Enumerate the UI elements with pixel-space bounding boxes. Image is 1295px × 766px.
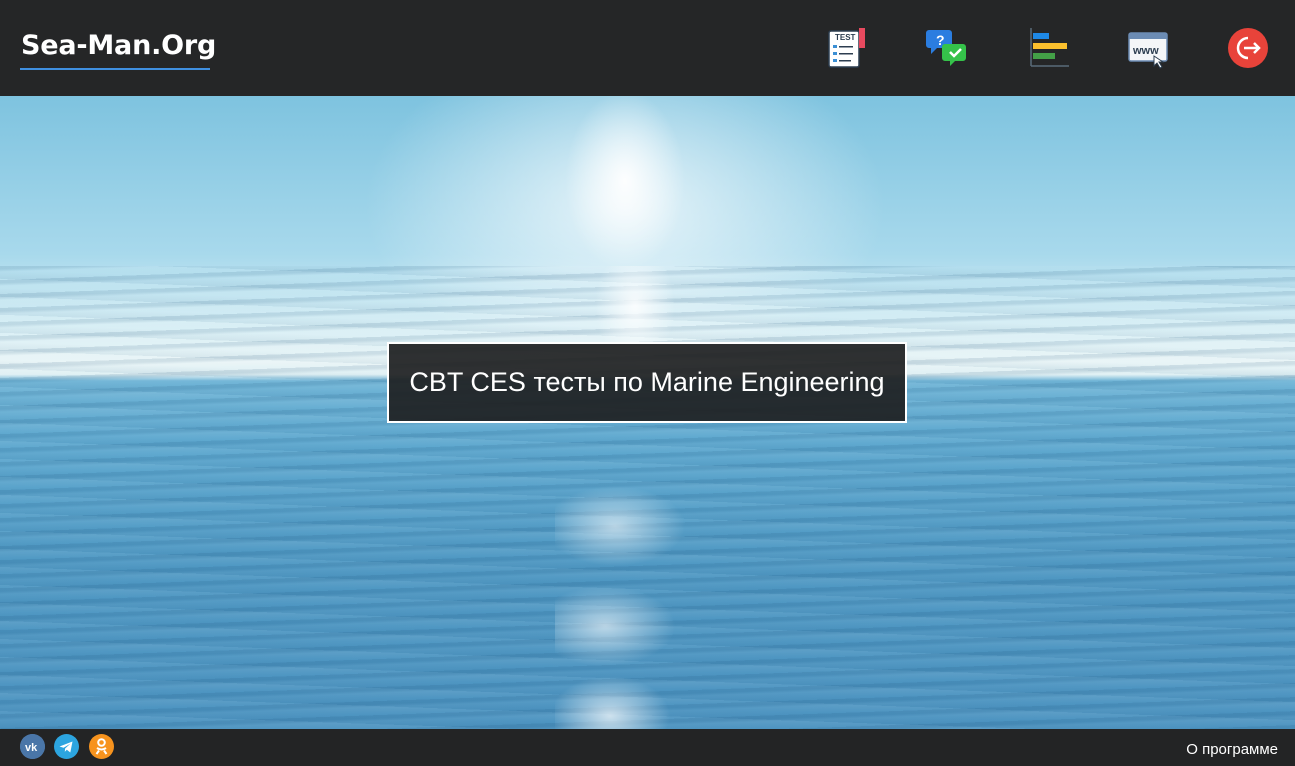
logout-icon[interactable]	[1226, 26, 1270, 70]
svg-text:www: www	[1132, 45, 1159, 57]
telegram-icon[interactable]	[54, 734, 79, 759]
top-bar: Sea-Man.Org TEST ? www	[0, 0, 1295, 96]
vk-icon[interactable]: vk	[20, 734, 45, 759]
test-icon[interactable]: TEST	[825, 26, 869, 70]
website-icon[interactable]: www	[1126, 26, 1170, 70]
statistics-icon[interactable]	[1025, 26, 1069, 70]
question-answer-icon[interactable]: ?	[925, 26, 969, 70]
site-logo[interactable]: Sea-Man.Org	[21, 30, 216, 61]
odnoklassniki-icon[interactable]	[89, 734, 114, 759]
svg-text:TEST: TEST	[835, 33, 856, 42]
footer-bar	[0, 729, 1295, 766]
svg-text:vk: vk	[25, 742, 38, 754]
hero-title-button[interactable]: CBT CES тесты по Marine Engineering	[387, 342, 907, 423]
about-program-link[interactable]: О программе	[1186, 741, 1278, 758]
sun-glare	[555, 266, 715, 729]
logo-underline	[20, 68, 210, 70]
